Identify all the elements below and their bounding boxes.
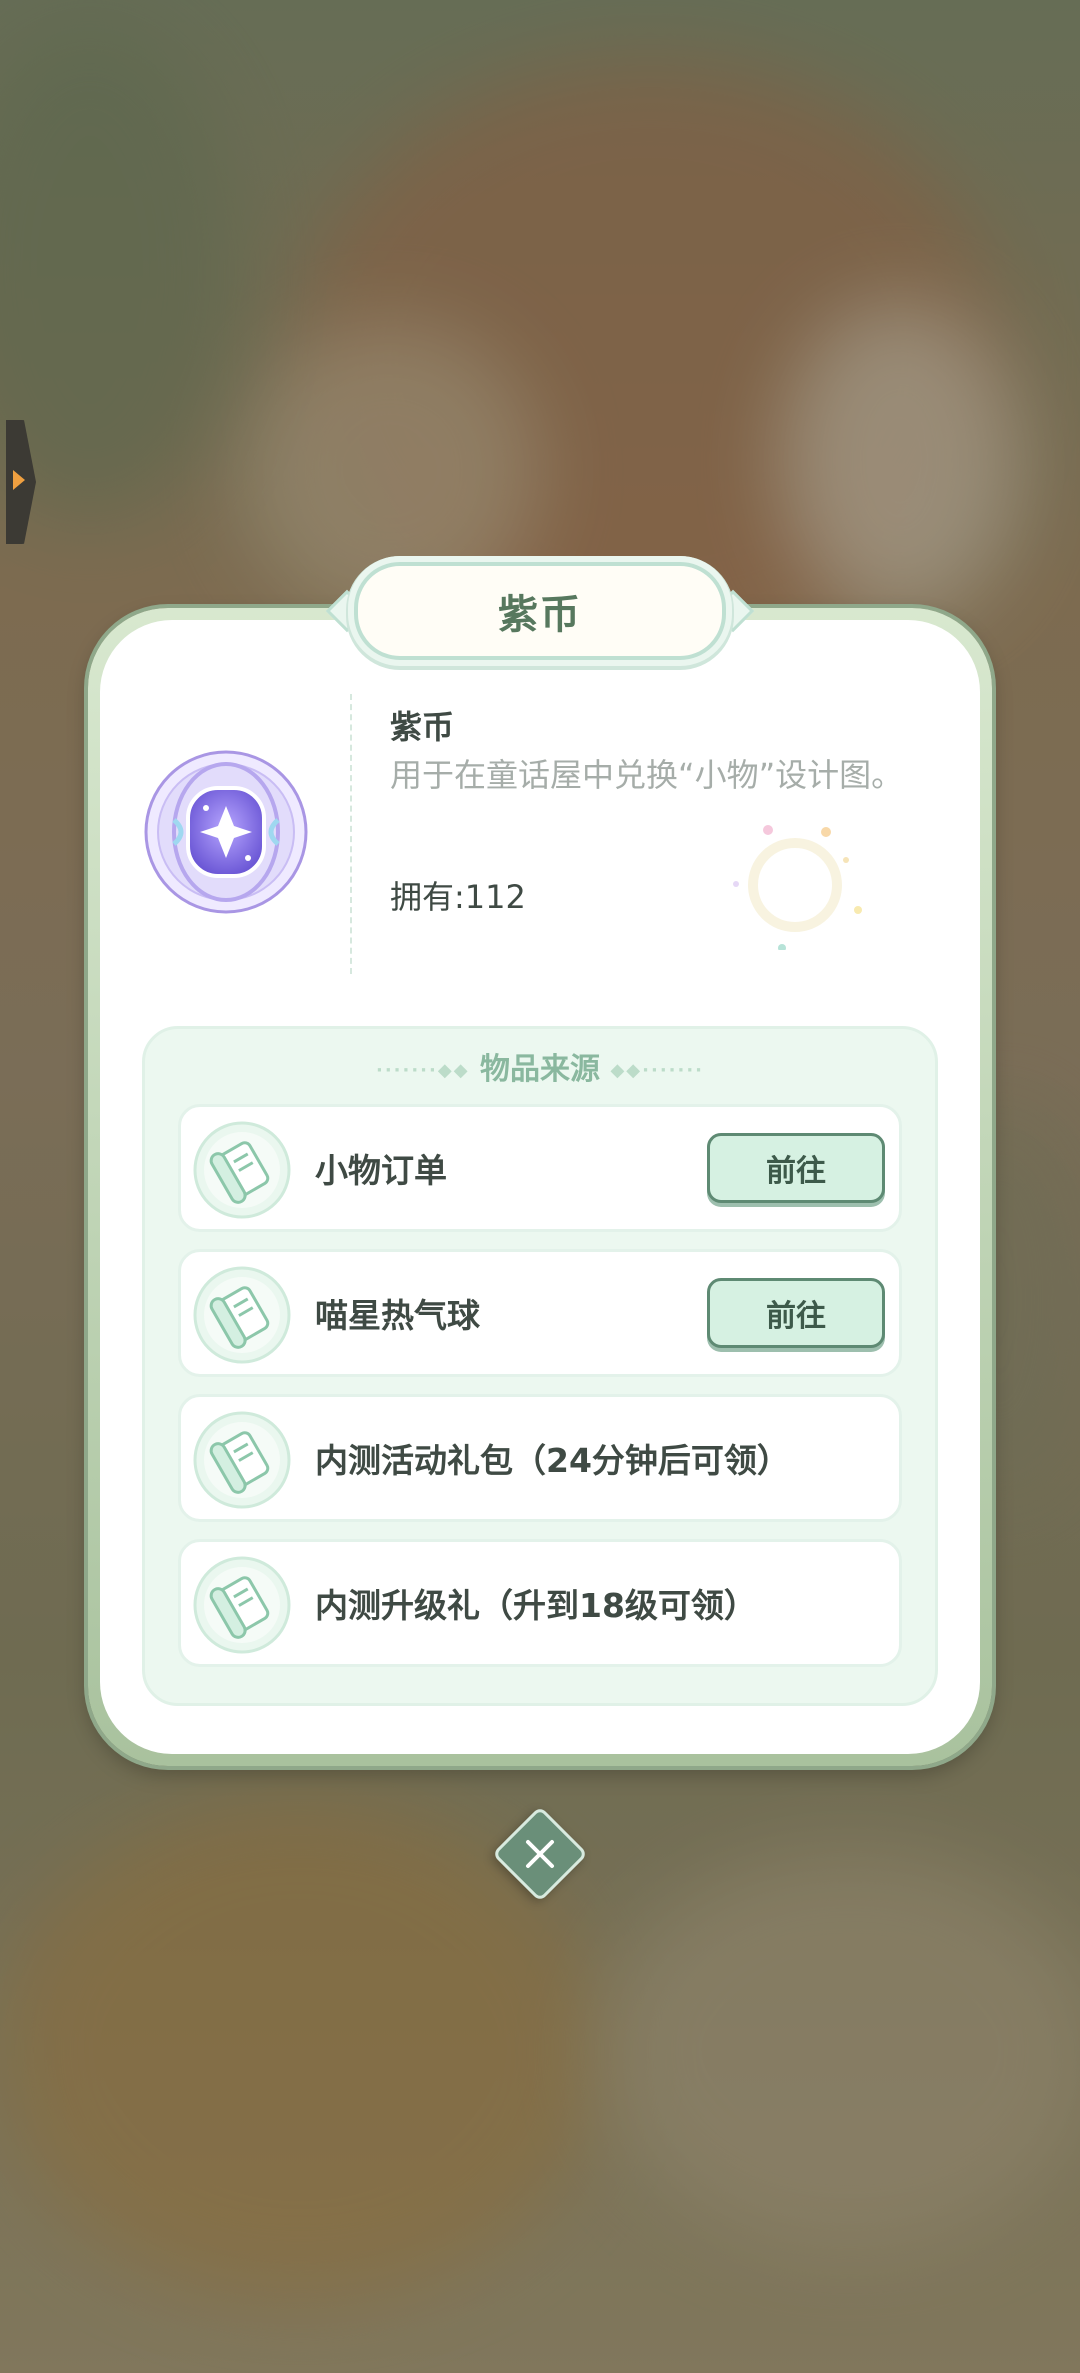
source-label: 喵星热气球 [315,1296,480,1335]
source-label: 小物订单 [315,1151,447,1190]
source-label: 内测活动礼包（24分钟后可领） [315,1441,790,1480]
owned-separator: : [454,878,465,916]
goto-button[interactable]: 前往 [707,1278,885,1348]
sources-title: 物品来源 [480,1052,600,1087]
item-name: 紫币 [390,708,455,746]
title-ribbon: 紫币 [354,562,726,660]
sparkle-decoration-icon [733,825,862,950]
ornament-left-icon: ·······◆◆ [375,1060,470,1081]
chevron-right-icon [13,470,25,490]
scroll-icon [193,1121,291,1219]
goto-button[interactable]: 前往 [707,1133,885,1203]
sources-header: ·······◆◆ 物品来源 ◆◆······· [0,1044,1080,1088]
source-row: 喵星热气球 前往 [178,1249,902,1377]
source-row: 小物订单 前往 [178,1104,902,1232]
owned-count: 112 [464,878,526,916]
source-label: 内测升级礼（升到18级可领） [315,1586,757,1625]
item-description: 用于在童话屋中兑换“小物”设计图。 [390,756,904,794]
scroll-icon [193,1411,291,1509]
source-row: 内测活动礼包（24分钟后可领） [178,1394,902,1522]
scroll-icon [193,1266,291,1364]
vertical-divider [350,694,352,974]
scroll-icon [193,1556,291,1654]
purple-coin-icon [144,750,308,914]
ornament-right-icon: ◆◆······· [610,1060,705,1081]
owned-count-row: 拥有:112 [390,872,526,918]
owned-label: 拥有 [390,878,455,916]
popup-title: 紫币 [498,592,582,638]
source-row: 内测升级礼（升到18级可领） [178,1539,902,1667]
